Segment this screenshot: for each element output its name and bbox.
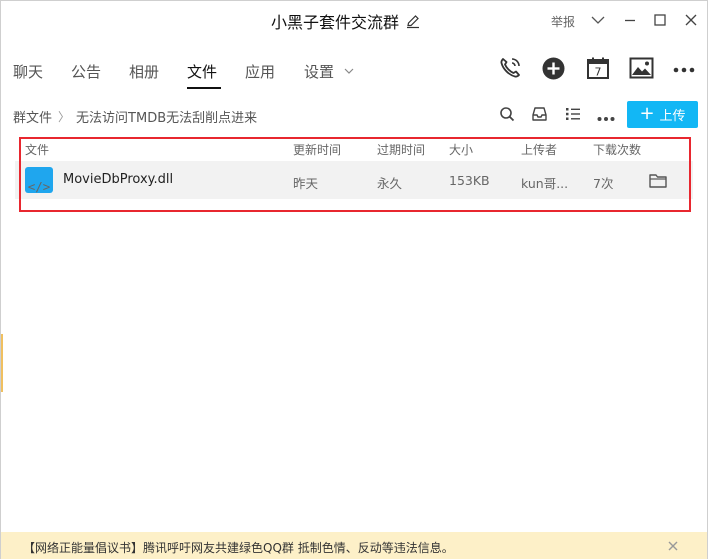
breadcrumb: 群文件 〉 无法访问TMDB无法刮削点进来	[13, 107, 258, 126]
calendar-icon[interactable]: 7	[586, 56, 610, 84]
tab-announcement[interactable]: 公告	[71, 61, 101, 85]
photo-icon[interactable]	[629, 57, 654, 83]
search-icon[interactable]	[499, 106, 515, 126]
breadcrumb-root[interactable]: 群文件	[13, 107, 52, 126]
breadcrumb-current: 无法访问TMDB无法刮削点进来	[76, 110, 258, 126]
close-notice-icon[interactable]	[667, 540, 679, 555]
title-area: 小黑子套件交流群	[271, 10, 421, 32]
plus-icon: +	[639, 102, 655, 124]
notice-text[interactable]: 【网络正能量倡议书】腾讯呼吁网友共建绿色QQ群 抵制色情、反动等违法信息。	[23, 539, 454, 556]
breadcrumb-separator: 〉	[58, 109, 71, 124]
tab-apps[interactable]: 应用	[245, 61, 275, 85]
tab-album[interactable]: 相册	[129, 61, 159, 85]
edit-icon[interactable]	[405, 13, 421, 29]
maximize-icon[interactable]	[652, 12, 668, 28]
close-icon[interactable]	[683, 12, 699, 28]
more-options-icon[interactable]	[597, 111, 615, 126]
group-window: 小黑子套件交流群 举报 聊天 公告 相册 文件 应用 设置 7 群文件 〉 无法…	[0, 0, 708, 559]
tab-chat[interactable]: 聊天	[13, 61, 43, 85]
active-tab-indicator	[187, 87, 221, 89]
calendar-day-label: 7	[595, 66, 602, 79]
dropdown-chevron-icon[interactable]	[590, 12, 606, 28]
report-link[interactable]: 举报	[551, 13, 575, 30]
edge-marker	[1, 334, 3, 392]
upload-label: 上传	[659, 109, 686, 124]
chevron-down-icon[interactable]	[344, 65, 354, 80]
notice-bar: 【网络正能量倡议书】腾讯呼吁网友共建绿色QQ群 抵制色情、反动等违法信息。	[1, 532, 707, 559]
highlight-box	[19, 137, 691, 212]
add-circle-icon[interactable]	[542, 57, 565, 84]
group-title: 小黑子套件交流群	[271, 13, 400, 32]
tab-files[interactable]: 文件	[187, 61, 217, 85]
list-view-icon[interactable]	[565, 107, 581, 125]
title-bar: 小黑子套件交流群 举报	[1, 1, 707, 41]
phone-icon[interactable]	[498, 56, 522, 84]
minimize-icon[interactable]	[622, 12, 638, 28]
upload-button[interactable]: + 上传	[627, 101, 698, 128]
tab-settings[interactable]: 设置	[304, 61, 334, 85]
more-icon[interactable]	[673, 63, 695, 78]
inbox-icon[interactable]	[531, 106, 548, 126]
